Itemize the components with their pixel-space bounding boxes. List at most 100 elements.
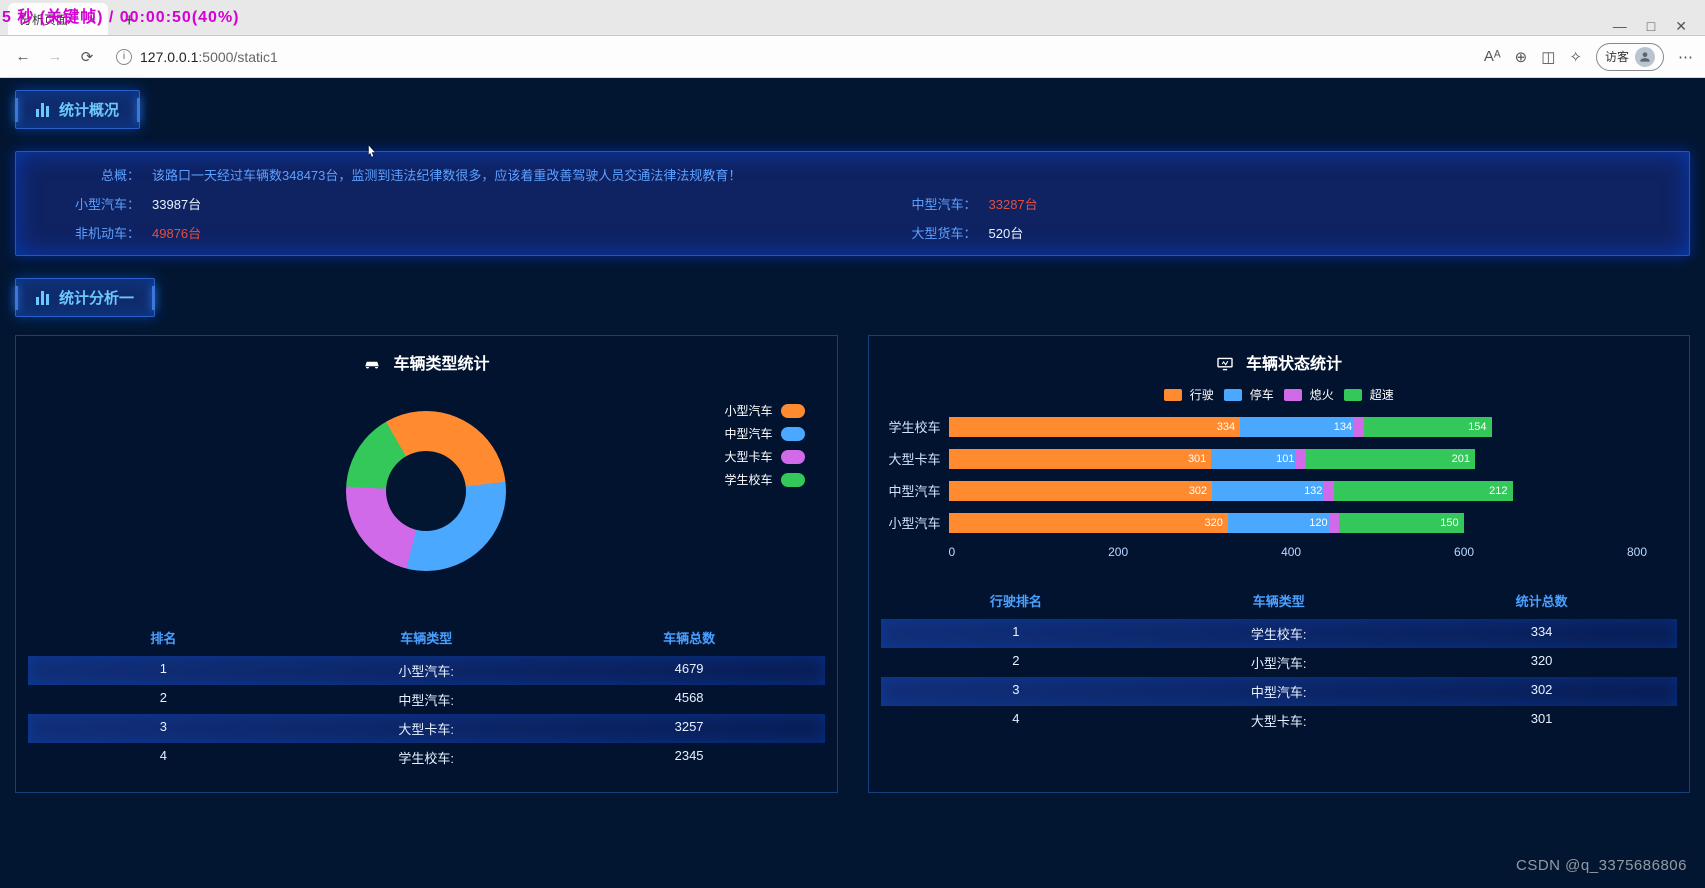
bar-segment [1353, 417, 1363, 437]
th-count: 车辆总数 [558, 628, 821, 647]
bar-row: 中型汽车302132212 [949, 481, 1648, 501]
table-row: 4大型卡车:301 [881, 706, 1678, 735]
bar-category-label: 学生校车 [881, 417, 941, 436]
window-minimize-icon[interactable]: — [1613, 18, 1627, 35]
panel-vehicle-status: 车辆状态统计 行驶停车熄火超速 学生校车334134154大型卡车3011012… [868, 335, 1691, 793]
profile-guest-button[interactable]: 访客 [1596, 43, 1664, 71]
x-tick: 400 [1281, 545, 1301, 559]
table-row: 2小型汽车:320 [881, 648, 1678, 677]
cell-count: 2345 [558, 748, 821, 767]
car-icon [363, 357, 381, 371]
cell-rank: 3 [32, 719, 295, 738]
bar-row: 小型汽车320120150 [949, 513, 1648, 533]
table-row: 4学生校车:2345 [28, 743, 825, 772]
read-aloud-icon[interactable]: Aᴬ [1484, 48, 1501, 65]
window-close-icon[interactable]: ✕ [1675, 18, 1687, 35]
cell-count: 3257 [558, 719, 821, 738]
bar-segment [1323, 481, 1333, 501]
browser-tab[interactable]: 分析页面 × [8, 3, 108, 35]
x-tick: 600 [1454, 545, 1474, 559]
th-type: 车辆类型 [295, 628, 558, 647]
bar-segment-value: 212 [1327, 481, 1512, 501]
zoom-icon[interactable]: ⊕ [1515, 48, 1528, 66]
legend-swatch [1284, 389, 1302, 401]
monitor-icon [1216, 357, 1234, 371]
legend-item[interactable]: 中型汽车 [724, 425, 804, 442]
legend-swatch [1224, 389, 1242, 401]
cell-rank: 1 [885, 624, 1148, 643]
favorites-icon[interactable]: ✧ [1569, 48, 1582, 66]
x-tick: 200 [1108, 545, 1128, 559]
overview-total-label: 总概： [16, 165, 146, 184]
legend-item[interactable]: 大型卡车 [724, 448, 804, 465]
bar-row: 学生校车334134154 [949, 417, 1648, 437]
nav-reload-icon[interactable]: ⟳ [76, 46, 98, 68]
overview-truck-label: 大型货车： [853, 223, 983, 242]
bar-segment-value: 201 [1299, 449, 1474, 469]
legend-swatch [1344, 389, 1362, 401]
donut-chart [346, 411, 506, 571]
bar-legend[interactable]: 行驶 停车 熄火 超速 [881, 386, 1678, 403]
legend-item[interactable]: 小型汽车 [724, 402, 804, 419]
overview-medium-value: 33287台 [983, 194, 1038, 213]
legend-item[interactable]: 熄火 [1284, 386, 1334, 403]
panel-vehicle-type: 车辆类型统计 小型汽车中型汽车大型卡车学生校车 排名 车辆类型 车辆总数 1小型… [15, 335, 838, 793]
cell-rank: 2 [885, 653, 1148, 672]
bar-segment-value: 301 [949, 449, 1212, 469]
legend-item[interactable]: 行驶 [1164, 386, 1214, 403]
url-box[interactable]: i 127.0.0.1:5000/static1 [108, 46, 1474, 68]
bar-segment-value: 120 [1228, 513, 1333, 533]
cell-type: 大型卡车: [295, 719, 558, 738]
overview-small-value: 33987台 [146, 194, 201, 213]
cell-count: 301 [1410, 711, 1673, 730]
cell-count: 334 [1410, 624, 1673, 643]
cell-type: 学生校车: [295, 748, 558, 767]
guest-label: 访客 [1605, 48, 1629, 65]
legend-item[interactable]: 超速 [1344, 386, 1394, 403]
overview-nonmotor-label: 非机动车： [16, 223, 146, 242]
tab-close-icon[interactable]: × [88, 11, 96, 27]
legend-label: 停车 [1250, 386, 1274, 403]
bar-category-label: 大型卡车 [881, 449, 941, 468]
th-rank: 排名 [32, 628, 295, 647]
overview-truck-value: 520台 [983, 223, 1024, 242]
bar-segment-value: 302 [949, 481, 1213, 501]
bar-segment-value: 334 [949, 417, 1241, 437]
cell-rank: 1 [32, 661, 295, 680]
panel-vehicle-type-title: 车辆类型统计 [393, 356, 489, 373]
split-screen-icon[interactable]: ◫ [1541, 48, 1555, 66]
section-analysis-title: 统计分析一 [15, 278, 155, 317]
nav-back-icon[interactable]: ← [12, 46, 34, 68]
bar-segment-value: 132 [1212, 481, 1327, 501]
x-tick: 800 [1627, 545, 1647, 559]
new-tab-button[interactable]: + [114, 5, 144, 35]
table-row: 3大型卡车:3257 [28, 714, 825, 743]
cell-type: 小型汽车: [1147, 653, 1410, 672]
section-overview-title: 统计概况 [15, 90, 140, 129]
legend-item[interactable]: 学生校车 [724, 471, 804, 488]
legend-label: 小型汽车 [724, 402, 772, 419]
bar-segment-value: 154 [1357, 417, 1491, 437]
bar-segment-value: 150 [1333, 513, 1464, 533]
legend-item[interactable]: 停车 [1224, 386, 1274, 403]
window-maximize-icon[interactable]: □ [1647, 18, 1655, 35]
more-menu-icon[interactable]: ⋯ [1678, 48, 1693, 66]
cell-type: 小型汽车: [295, 661, 558, 680]
section-analysis-label: 统计分析一 [59, 287, 134, 308]
site-info-icon[interactable]: i [116, 49, 132, 65]
bar-segment [1295, 449, 1305, 469]
legend-label: 超速 [1370, 386, 1394, 403]
url-text: 127.0.0.1:5000/static1 [140, 49, 278, 65]
cell-count: 302 [1410, 682, 1673, 701]
th-rank: 行驶排名 [885, 591, 1148, 610]
cell-rank: 2 [32, 690, 295, 709]
overview-nonmotor-value: 49876台 [146, 223, 201, 242]
legend-label: 熄火 [1310, 386, 1334, 403]
cell-type: 中型汽车: [295, 690, 558, 709]
bar-row: 大型卡车301101201 [949, 449, 1648, 469]
table-row: 1小型汽车:4679 [28, 656, 825, 685]
legend-label: 大型卡车 [724, 448, 772, 465]
legend-swatch [781, 404, 805, 418]
cell-type: 学生校车: [1147, 624, 1410, 643]
overview-medium-label: 中型汽车： [853, 194, 983, 213]
